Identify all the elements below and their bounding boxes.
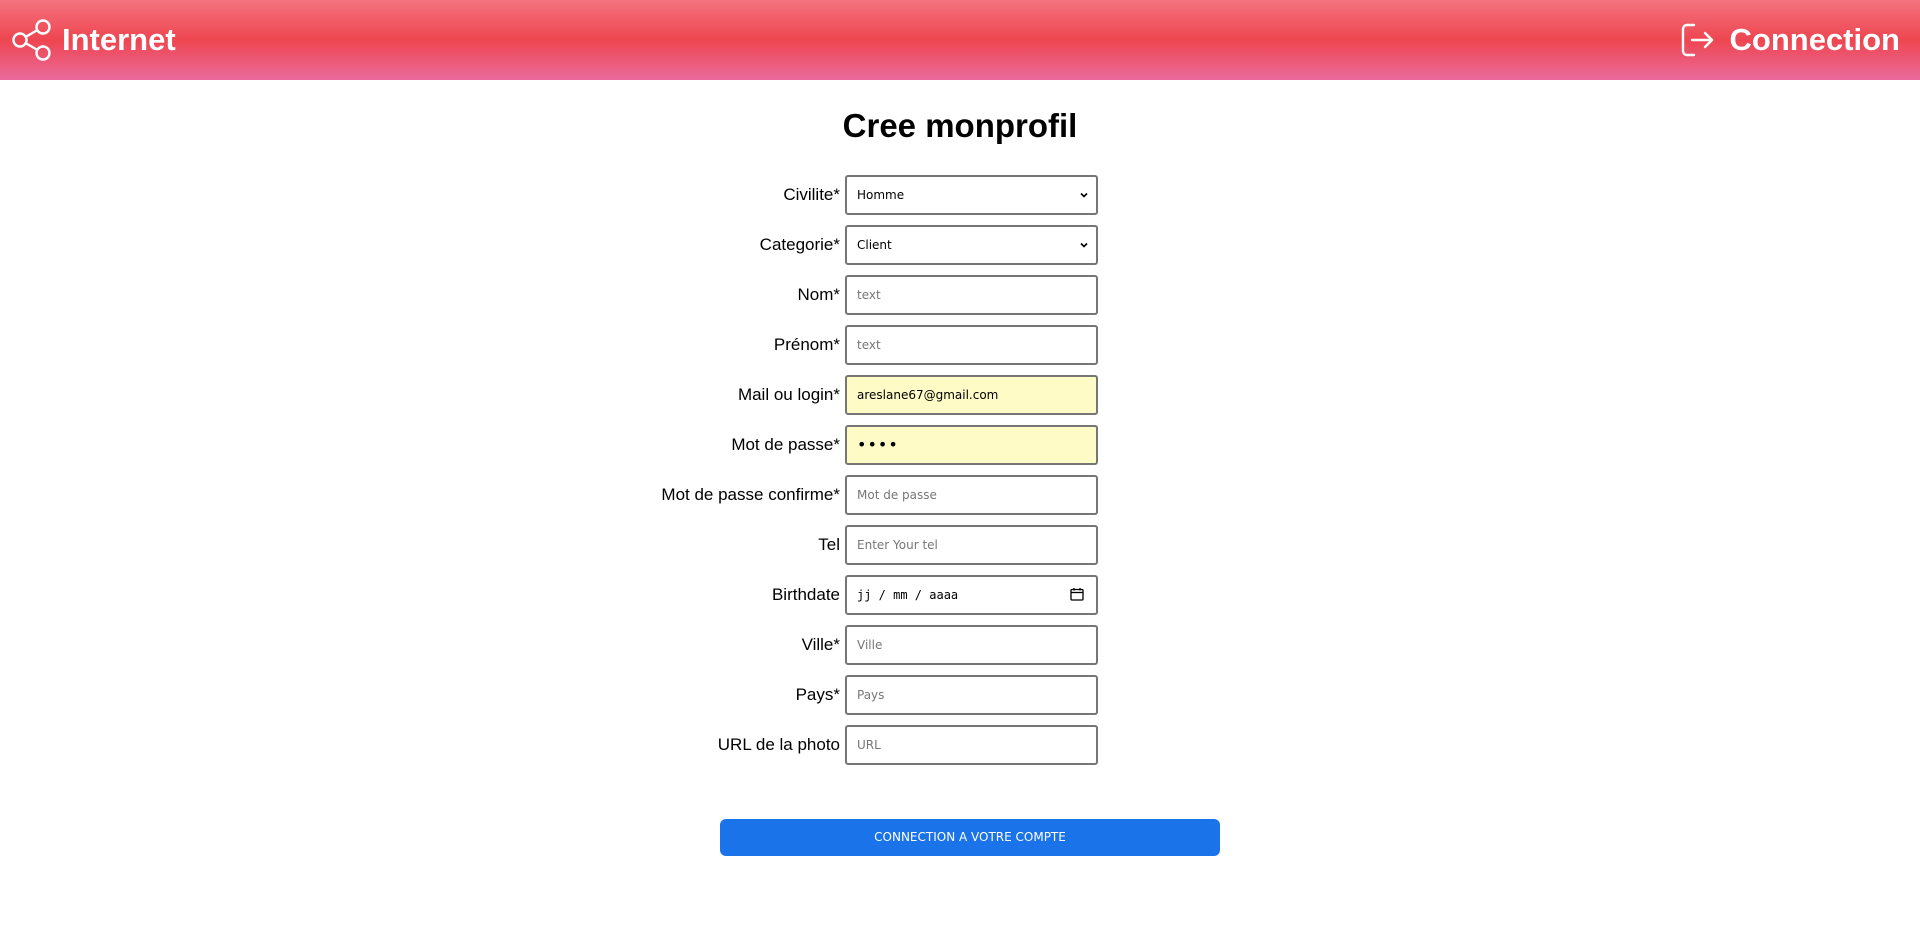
form-row-nom: Nom* text <box>0 275 1920 315</box>
brand-label: Internet <box>62 22 176 57</box>
submit-button[interactable]: CONNECTION A VOTRE COMPTE <box>720 819 1220 856</box>
pays-label: Pays* <box>795 685 840 704</box>
page-title: Cree monprofil <box>842 107 1078 144</box>
tel-input[interactable]: Enter Your tel <box>845 525 1098 565</box>
top-bar: Internet Connection <box>0 0 1920 80</box>
tel-label: Tel <box>818 535 840 554</box>
form-row-mail: Mail ou login* areslane67@gmail.com <box>0 375 1920 415</box>
connection-label: Connection <box>1729 22 1901 57</box>
mail-label: Mail ou login* <box>737 385 840 404</box>
categorie-value: Client <box>857 238 892 252</box>
photo-url-placeholder: URL <box>857 738 881 752</box>
ville-label: Ville* <box>801 635 840 654</box>
password-value: •••• <box>857 435 899 454</box>
form-row-ville: Ville* Ville <box>0 625 1920 665</box>
civilite-select[interactable]: Homme <box>845 175 1098 215</box>
mail-value: areslane67@gmail.com <box>857 388 999 402</box>
nom-input[interactable]: text <box>845 275 1098 315</box>
form-row-pays: Pays* Pays <box>0 675 1920 715</box>
connection-link[interactable]: Connection <box>1680 18 1901 62</box>
nom-label: Nom* <box>797 285 840 304</box>
prenom-label: Prénom* <box>773 335 840 354</box>
calendar-icon[interactable] <box>1070 587 1084 604</box>
form-row-categorie: Categorie* Client <box>0 225 1920 265</box>
password-confirm-placeholder: Mot de passe <box>857 488 937 502</box>
password-input[interactable]: •••• <box>845 425 1098 465</box>
logout-icon <box>1680 22 1716 58</box>
birthdate-label: Birthdate <box>771 585 840 604</box>
ville-placeholder: Ville <box>857 638 883 652</box>
prenom-input[interactable]: text <box>845 325 1098 365</box>
chevron-down-icon <box>1078 189 1090 204</box>
password-confirm-input[interactable]: Mot de passe <box>845 475 1098 515</box>
password-label: Mot de passe* <box>731 435 840 454</box>
civilite-value: Homme <box>857 188 905 202</box>
photo-url-input[interactable]: URL <box>845 725 1098 765</box>
mail-input[interactable]: areslane67@gmail.com <box>845 375 1098 415</box>
form-row-password-confirm: Mot de passe confirme* Mot de passe <box>0 475 1920 515</box>
form-row-birthdate: Birthdate jj / mm / aaaa <box>0 575 1920 615</box>
share-icon <box>10 19 52 61</box>
civilite-label: Civilite* <box>783 185 840 204</box>
birthdate-input[interactable]: jj / mm / aaaa <box>845 575 1098 615</box>
form-row-tel: Tel Enter Your tel <box>0 525 1920 565</box>
chevron-down-icon <box>1078 239 1090 254</box>
form-row-civilite: Civilite* Homme <box>0 175 1920 215</box>
brand-link[interactable]: Internet <box>10 18 176 62</box>
form-row-photo-url: URL de la photo URL <box>0 725 1920 765</box>
password-confirm-label: Mot de passe confirme* <box>661 485 840 504</box>
pays-input[interactable]: Pays <box>845 675 1098 715</box>
pays-placeholder: Pays <box>857 688 885 702</box>
ville-input[interactable]: Ville <box>845 625 1098 665</box>
form-row-password: Mot de passe* •••• <box>0 425 1920 465</box>
nom-placeholder: text <box>857 288 881 302</box>
categorie-label: Categorie* <box>759 235 840 254</box>
categorie-select[interactable]: Client <box>845 225 1098 265</box>
form-row-prenom: Prénom* text <box>0 325 1920 365</box>
tel-placeholder: Enter Your tel <box>857 538 938 552</box>
photo-url-label: URL de la photo <box>717 735 840 754</box>
prenom-placeholder: text <box>857 338 881 352</box>
birthdate-value: jj / mm / aaaa <box>857 588 959 602</box>
